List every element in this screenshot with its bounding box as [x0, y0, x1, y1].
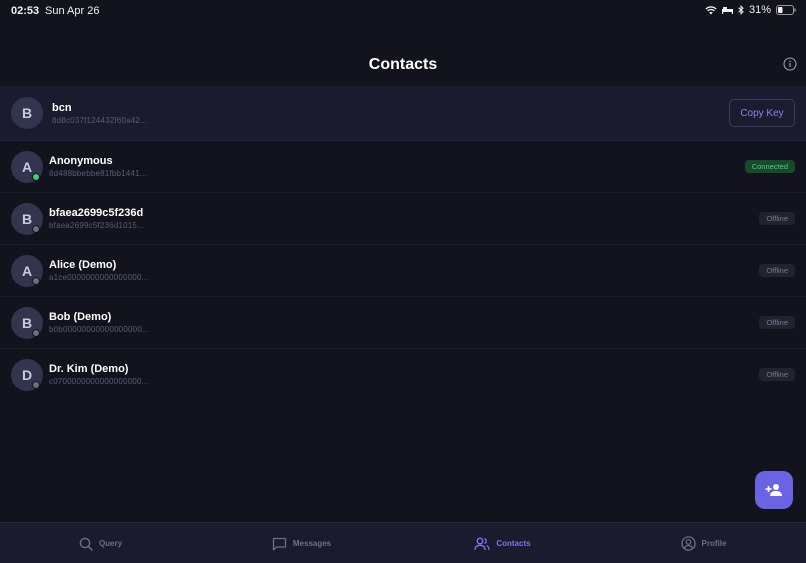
status-indicators: 31%: [705, 4, 796, 16]
battery-percentage: 31%: [748, 4, 771, 16]
contact-row[interactable]: A Anonymous 8d488bbebbe81fbb1441... Conn…: [0, 141, 806, 193]
online-indicator: [32, 173, 40, 181]
status-badge: Connected: [744, 160, 795, 173]
status-badge: Offline: [759, 212, 795, 225]
profile-icon: [680, 536, 696, 551]
status-bar: 02:53 Sun Apr 26 31%: [0, 0, 806, 22]
tab-bar: Query Messages Contacts Profile: [0, 522, 806, 563]
my-identity-card: B bcn 8d8c037f124432f60a42... Copy Key: [0, 86, 806, 141]
contact-key: b0b00000000000000000...: [49, 325, 150, 334]
add-person-icon: [765, 484, 782, 496]
info-button[interactable]: [783, 57, 797, 71]
contact-key: a1ce0000000000000000...: [49, 273, 149, 282]
contact-row[interactable]: B Bob (Demo) b0b00000000000000000... Off…: [0, 297, 806, 349]
offline-indicator: [32, 381, 40, 389]
status-badge: Offline: [759, 264, 795, 277]
tab-contacts[interactable]: Contacts: [402, 523, 603, 563]
bed-icon: [721, 6, 733, 14]
contacts-icon: [474, 537, 490, 550]
tab-label: Contacts: [496, 539, 531, 548]
avatar: B: [11, 97, 43, 129]
battery-icon: [776, 5, 796, 15]
bluetooth-icon: [738, 5, 744, 15]
offline-indicator: [32, 225, 40, 233]
contact-key: 8d488bbebbe81fbb1441...: [49, 169, 148, 178]
contact-row[interactable]: B bfaea2699c5f236d bfaea2699c5f236d1015.…: [0, 193, 806, 245]
add-contact-button[interactable]: [755, 471, 793, 509]
contact-name: Alice (Demo): [49, 259, 117, 271]
contact-row[interactable]: D Dr. Kim (Demo) c0700000000000000000...…: [0, 349, 806, 401]
tab-messages[interactable]: Messages: [201, 523, 402, 563]
tab-query[interactable]: Query: [0, 523, 201, 563]
my-public-key: 8d8c037f124432f60a42...: [52, 116, 148, 125]
wifi-icon: [705, 5, 717, 15]
contact-row[interactable]: A Alice (Demo) a1ce0000000000000000... O…: [0, 245, 806, 297]
search-icon: [79, 537, 93, 551]
status-badge: Offline: [759, 316, 795, 329]
contact-name: Dr. Kim (Demo): [49, 363, 129, 375]
info-icon: [783, 57, 797, 71]
tab-profile[interactable]: Profile: [603, 523, 804, 563]
status-date: Sun Apr 26: [45, 5, 100, 17]
contact-name: Bob (Demo): [49, 311, 112, 323]
contact-key: bfaea2699c5f236d1015...: [49, 221, 145, 230]
status-time: 02:53: [11, 5, 40, 17]
contact-list: A Anonymous 8d488bbebbe81fbb1441... Conn…: [0, 141, 806, 401]
tab-label: Profile: [701, 539, 727, 548]
tab-label: Query: [98, 539, 123, 548]
offline-indicator: [32, 329, 40, 337]
offline-indicator: [32, 277, 40, 285]
contact-name: Anonymous: [49, 155, 113, 167]
tab-label: Messages: [292, 539, 332, 548]
copy-key-button[interactable]: Copy Key: [729, 99, 795, 127]
contact-key: c0700000000000000000...: [49, 377, 149, 386]
contact-name: bfaea2699c5f236d: [49, 207, 144, 219]
message-icon: [272, 537, 287, 550]
page-title: Contacts: [368, 56, 438, 73]
status-badge: Offline: [759, 368, 795, 381]
my-name: bcn: [52, 102, 72, 114]
header: Contacts: [0, 50, 806, 80]
